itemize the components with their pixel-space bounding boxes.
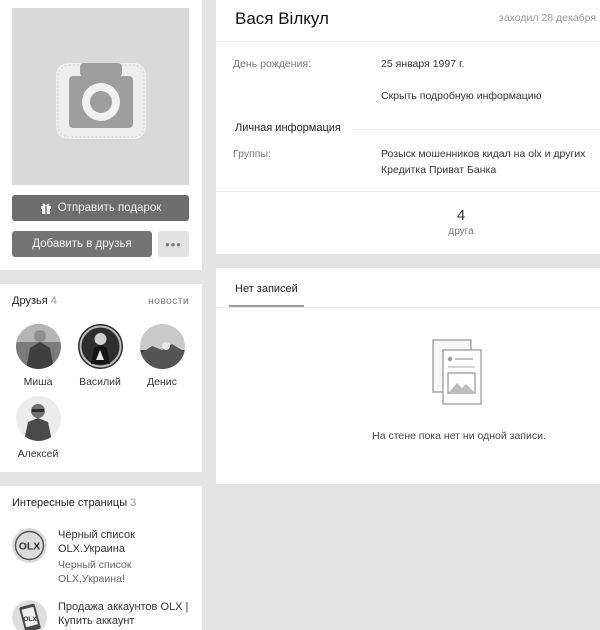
send-gift-button[interactable]: Отправить подарок xyxy=(12,195,189,221)
interesting-pages-card: Интересные страницы 3 OLX Чёрный список O… xyxy=(0,486,202,630)
friends-title[interactable]: Друзья 4 xyxy=(12,295,57,307)
friend-item[interactable]: Миша xyxy=(8,324,68,388)
send-gift-label: Отправить подарок xyxy=(57,202,162,214)
friend-name[interactable]: Алексей xyxy=(8,448,68,460)
personal-info-header: Личная информация xyxy=(235,122,341,134)
more-actions-button[interactable]: ••• xyxy=(158,231,189,257)
friend-avatar[interactable] xyxy=(77,324,123,369)
friends-title-text: Друзья xyxy=(12,295,48,307)
page-logo[interactable]: OLX xyxy=(12,600,47,630)
friends-news-link[interactable]: новости xyxy=(148,295,189,307)
avatar[interactable] xyxy=(12,8,189,185)
friends-counter[interactable]: 4 друга xyxy=(216,207,600,237)
friend-item[interactable]: Денис xyxy=(132,324,192,388)
empty-wall-icon xyxy=(432,339,482,405)
empty-wall-message: На стене пока нет ни одной записи. xyxy=(372,430,546,442)
olx-logo-text: OLX xyxy=(23,616,37,623)
friend-avatar[interactable] xyxy=(15,324,61,369)
last-seen-status: заходил 28 декабря xyxy=(499,12,597,24)
add-friend-button[interactable]: Добавить в друзья xyxy=(12,231,152,257)
birthday-label: День рождения: xyxy=(233,58,311,70)
page-logo[interactable]: OLX xyxy=(12,528,47,563)
birthday-value[interactable]: 25 января 1997 г. xyxy=(381,58,464,70)
divider xyxy=(216,41,600,42)
page-title: Вася Вілкул xyxy=(235,9,329,28)
interesting-pages-title-text: Интересные страницы xyxy=(12,497,128,509)
divider xyxy=(216,307,600,308)
friend-item[interactable]: Василий xyxy=(70,324,130,388)
camera-icon xyxy=(56,63,146,139)
divider xyxy=(352,129,600,130)
wall-card: Нет записей На стене пока нет ни одной з… xyxy=(216,268,600,484)
friend-name[interactable]: Денис xyxy=(132,376,192,388)
friends-count: 4 xyxy=(50,295,57,307)
add-friend-label: Добавить в друзья xyxy=(32,238,132,250)
group-link[interactable]: Кредитка Приват Банка xyxy=(381,164,496,176)
friends-counter-label: друга xyxy=(448,226,474,237)
divider xyxy=(216,191,600,192)
page-name[interactable]: Чёрный список OLX.Украина xyxy=(58,528,198,556)
more-dots-icon: ••• xyxy=(165,236,182,252)
profile-info-card: Вася Вілкул заходил 28 декабря День рожд… xyxy=(216,0,600,254)
olx-logo-text: OLX xyxy=(19,541,41,553)
tab-no-posts[interactable]: Нет записей xyxy=(235,283,298,295)
hide-info-link[interactable]: Скрыть подробную информацию xyxy=(381,90,542,102)
friend-item[interactable]: Алексей xyxy=(8,396,68,460)
friend-name[interactable]: Василий xyxy=(70,376,130,388)
interesting-pages-title[interactable]: Интересные страницы 3 xyxy=(12,497,136,509)
interesting-pages-count: 3 xyxy=(130,497,137,509)
friends-counter-value: 4 xyxy=(456,207,466,224)
friend-name[interactable]: Миша xyxy=(8,376,68,388)
friend-avatar[interactable] xyxy=(15,396,61,441)
group-link[interactable]: Розыск мошенников кидал на olx и других xyxy=(381,148,585,160)
page-name[interactable]: Продажа аккаунтов OLX | Купить аккаунт xyxy=(58,600,198,628)
friend-avatar[interactable] xyxy=(139,324,185,369)
groups-label: Группы: xyxy=(233,148,271,160)
friends-card: Друзья 4 новости Миша Василий Денис Алек… xyxy=(0,284,202,472)
avatar-card: Отправить подарок Добавить в друзья ••• xyxy=(0,0,202,270)
page-description: Черный список OLX,Украина! xyxy=(58,559,132,585)
gift-icon xyxy=(40,203,51,214)
